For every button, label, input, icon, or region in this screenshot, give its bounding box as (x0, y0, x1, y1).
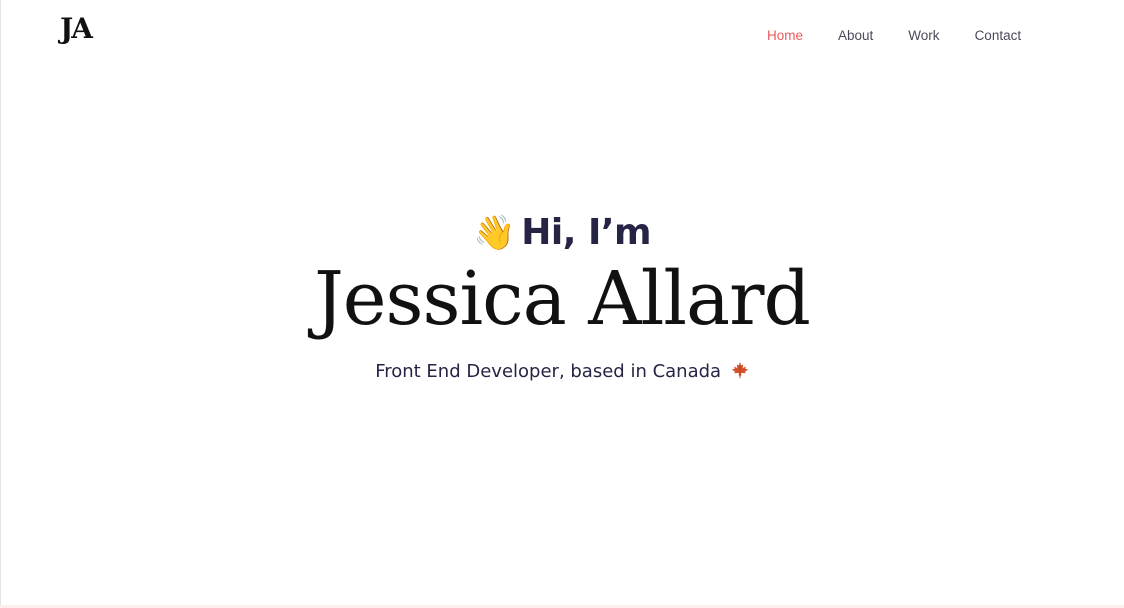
nav-work[interactable]: Work (908, 28, 939, 43)
tagline-text: Front End Developer, based in Canada (375, 361, 722, 382)
maple-leaf-icon (731, 361, 748, 379)
nav-about[interactable]: About (838, 28, 873, 43)
main-nav: Home About Work Contact (767, 28, 1021, 43)
greeting: 👋 Hi, I’m (0, 212, 1124, 253)
waving-hand-icon: 👋 (472, 212, 516, 253)
logo[interactable]: JA (60, 12, 93, 45)
hero-name: Jessica Allard (314, 256, 811, 342)
nav-contact[interactable]: Contact (975, 28, 1022, 43)
greeting-text: Hi, I’m (521, 212, 652, 253)
nav-home[interactable]: Home (767, 28, 803, 43)
tagline: Front End Developer, based in Canada (0, 361, 1124, 382)
